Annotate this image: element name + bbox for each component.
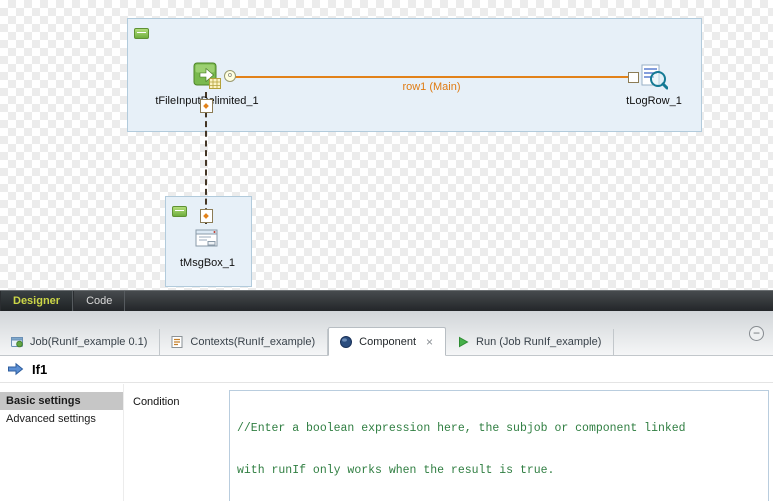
- connector-bubble-icon: o: [224, 70, 236, 82]
- contexts-icon: [170, 335, 184, 349]
- tab-run[interactable]: Run (Job RunIf_example): [446, 329, 614, 355]
- component-label: tLogRow_1: [609, 95, 699, 107]
- subjob-collapse-button[interactable]: [172, 206, 187, 217]
- code-comment-line: //Enter a boolean expression here, the s…: [237, 422, 761, 436]
- settings-area: Basic settings Advanced settings Conditi…: [0, 384, 773, 501]
- tfileinputdelimited-icon: [192, 61, 222, 91]
- component-tfileinputdelimited[interactable]: [192, 61, 222, 91]
- nav-basic-settings[interactable]: Basic settings: [0, 392, 123, 410]
- tlogrow-icon: [640, 62, 668, 90]
- component-tlogrow[interactable]: [640, 62, 668, 90]
- row1-connection-line[interactable]: [234, 76, 629, 78]
- nav-advanced-settings[interactable]: Advanced settings: [0, 410, 123, 428]
- runif-arrow-icon: [7, 362, 24, 376]
- tab-label: Job(RunIf_example 0.1): [30, 336, 147, 348]
- design-canvas[interactable]: row1 (Main) o tFileInputDelimited_1 tLog…: [0, 0, 773, 290]
- settings-nav: Basic settings Advanced settings: [0, 384, 124, 501]
- job-icon: [10, 335, 24, 349]
- component-icon: [339, 335, 353, 349]
- trigger-source-anchor-icon: [200, 99, 213, 113]
- tab-job[interactable]: Job(RunIf_example 0.1): [0, 329, 160, 355]
- tab-label: Contexts(RunIf_example): [190, 336, 315, 348]
- component-label: tMsgBox_1: [165, 257, 250, 269]
- component-panel: If1 Basic settings Advanced settings Con…: [0, 356, 773, 501]
- tab-component[interactable]: Component ×: [328, 327, 446, 356]
- tmsgbox-icon: [193, 224, 221, 252]
- tab-label: Run (Job RunIf_example): [476, 336, 601, 348]
- condition-label: Condition: [133, 396, 179, 408]
- row1-connection-label: row1 (Main): [234, 81, 629, 93]
- panel-tabs: Job(RunIf_example 0.1) Contexts(RunIf_ex…: [0, 328, 614, 355]
- connection-endpoint-icon: [628, 72, 639, 83]
- talend-studio-window: row1 (Main) o tFileInputDelimited_1 tLog…: [0, 0, 773, 501]
- minimize-panel-button[interactable]: −: [749, 326, 764, 341]
- run-icon: [456, 335, 470, 349]
- close-tab-icon[interactable]: ×: [426, 336, 433, 348]
- subjob-collapse-button[interactable]: [134, 28, 149, 39]
- tab-code[interactable]: Code: [73, 291, 125, 311]
- condition-editor[interactable]: //Enter a boolean expression here, the s…: [229, 390, 769, 501]
- panel-tab-folder: Job(RunIf_example 0.1) Contexts(RunIf_ex…: [0, 311, 773, 356]
- tab-label: Component: [359, 336, 416, 348]
- tab-designer[interactable]: Designer: [0, 291, 73, 311]
- component-header: If1: [0, 356, 773, 383]
- component-tmsgbox[interactable]: [193, 224, 221, 252]
- tab-contexts[interactable]: Contexts(RunIf_example): [160, 329, 328, 355]
- trigger-target-anchor-icon: [200, 209, 213, 223]
- code-comment-line: with runIf only works when the result is…: [237, 464, 761, 478]
- view-tab-bar: Designer Code: [0, 290, 773, 311]
- component-title: If1: [32, 362, 47, 377]
